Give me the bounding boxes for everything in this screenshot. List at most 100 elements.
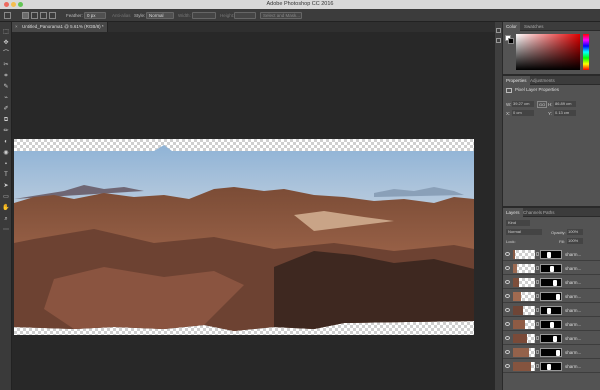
layer-mask-thumbnail[interactable] [540,264,562,273]
mask-link-icon[interactable] [536,266,539,270]
tool-4[interactable]: ⌗ [2,72,10,80]
layer-row[interactable]: sharm... [503,318,600,331]
visibility-eye-icon[interactable] [505,280,510,284]
visibility-eye-icon[interactable] [505,350,510,354]
layer-row[interactable]: sharm... [503,332,600,345]
tool-8[interactable]: ⧉ [2,116,10,124]
layer-filter-kind[interactable]: Kind [506,220,530,226]
tool-12[interactable]: ⬩ [2,160,10,168]
tab-paths[interactable]: Paths [540,208,558,217]
height-input[interactable] [234,12,256,19]
document-tab[interactable]: × Untitled_Panorama1 @ 5.61% (RGB/8) * [12,22,108,32]
layer-row[interactable]: sharm... [503,360,600,373]
select-and-mask-button[interactable]: Select and Mask... [260,12,302,19]
link-dimensions-button[interactable]: GO [537,101,548,108]
tab-adjustments[interactable]: Adjustments [527,76,558,85]
blend-mode-select[interactable]: Normal [506,229,542,235]
layer-thumbnail [513,348,535,357]
tool-17[interactable]: ⌕ [2,215,10,223]
tool-5[interactable]: ✎ [2,83,10,91]
tools-panel: ⬚ ✥ ⌒ ✂ ⌗ ✎ ⌁ ✐ ⧉ ✏ ◐ ◉ ⬩ T ➤ ▭ ✋ ⌕ ⋯ [0,22,12,390]
tool-13[interactable]: T [2,171,10,179]
width-input[interactable] [192,12,216,19]
new-selection-icon[interactable] [22,12,29,19]
color-field[interactable] [516,34,580,70]
properties-panel: Properties Adjustments Pixel Layer Prope… [503,76,600,206]
document-tab-label: Untitled_Panorama1 @ 5.61% (RGB/8) * [22,24,104,29]
layer-row[interactable]: sharm... [503,304,600,317]
visibility-eye-icon[interactable] [505,294,510,298]
x-input[interactable]: 0 cm [512,110,534,116]
layer-name: sharm... [565,336,582,341]
layer-row[interactable]: sharm... [503,346,600,359]
intersect-selection-icon[interactable] [49,12,56,19]
tool-18[interactable]: ⋯ [2,226,10,234]
mask-link-icon[interactable] [536,280,539,284]
tool-10[interactable]: ◐ [2,138,10,146]
tool-0[interactable]: ⬚ [2,28,10,36]
tool-3[interactable]: ✂ [2,61,10,69]
mask-link-icon[interactable] [536,364,539,368]
layer-mask-thumbnail[interactable] [540,278,562,287]
layers-panel-tabs: Layers Channels Paths [503,208,600,217]
tool-15[interactable]: ▭ [2,193,10,201]
mask-link-icon[interactable] [536,336,539,340]
layer-mask-thumbnail[interactable] [540,334,562,343]
opacity-input[interactable]: 100% [567,229,583,235]
tool-16[interactable]: ✋ [2,204,10,212]
lock-label: Lock: [506,239,516,244]
photoshop-window: Adobe Photoshop CC 2016 Feather: 0 px An… [0,0,600,390]
history-icon[interactable] [496,28,501,33]
tool-2[interactable]: ⌒ [2,50,10,58]
fill-input[interactable]: 100% [567,238,583,244]
layer-row[interactable]: sharm... [503,248,600,261]
tab-properties[interactable]: Properties [503,76,530,85]
hue-slider[interactable] [583,34,589,70]
visibility-eye-icon[interactable] [505,322,510,326]
visibility-eye-icon[interactable] [505,336,510,340]
visibility-eye-icon[interactable] [505,252,510,256]
layer-row[interactable]: sharm... [503,262,600,275]
tab-color[interactable]: Color [503,22,520,31]
tool-1[interactable]: ✥ [2,39,10,47]
visibility-eye-icon[interactable] [505,364,510,368]
mask-link-icon[interactable] [536,322,539,326]
layer-mask-thumbnail[interactable] [540,250,562,259]
layer-mask-thumbnail[interactable] [540,362,562,371]
background-color-swatch[interactable] [508,38,514,44]
visibility-eye-icon[interactable] [505,308,510,312]
subtract-selection-icon[interactable] [40,12,47,19]
canvas-area[interactable] [12,32,495,390]
visibility-eye-icon[interactable] [505,266,510,270]
tool-9[interactable]: ✏ [2,127,10,135]
w-label: W: [506,102,512,107]
layer-row[interactable]: sharm... [503,276,600,289]
feather-input[interactable]: 0 px [84,12,106,19]
style-select[interactable]: Normal [146,12,174,19]
properties-icon[interactable] [496,38,501,43]
add-selection-icon[interactable] [31,12,38,19]
w-input[interactable]: 39.27 cm [512,101,534,107]
marquee-tool-preset-icon[interactable] [4,12,11,19]
layer-mask-thumbnail[interactable] [540,306,562,315]
panorama-image[interactable] [14,139,474,335]
tab-swatches[interactable]: Swatches [521,22,547,31]
mask-link-icon[interactable] [536,308,539,312]
tool-14[interactable]: ➤ [2,182,10,190]
layer-row[interactable]: sharm... [503,290,600,303]
mask-link-icon[interactable] [536,350,539,354]
mask-link-icon[interactable] [536,252,539,256]
layer-mask-thumbnail[interactable] [540,320,562,329]
layer-thumbnail [513,306,535,315]
mask-link-icon[interactable] [536,294,539,298]
layer-mask-thumbnail[interactable] [540,292,562,301]
tool-11[interactable]: ◉ [2,149,10,157]
h-input[interactable]: 86.89 cm [554,101,576,107]
tool-6[interactable]: ⌁ [2,94,10,102]
layer-mask-thumbnail[interactable] [540,348,562,357]
y-input[interactable]: 0.13 cm [554,110,576,116]
color-panel: Color Swatches [503,22,600,74]
close-tab-icon[interactable]: × [15,22,18,32]
antialias-checkbox[interactable]: Anti-alias [112,12,131,19]
tool-7[interactable]: ✐ [2,105,10,113]
